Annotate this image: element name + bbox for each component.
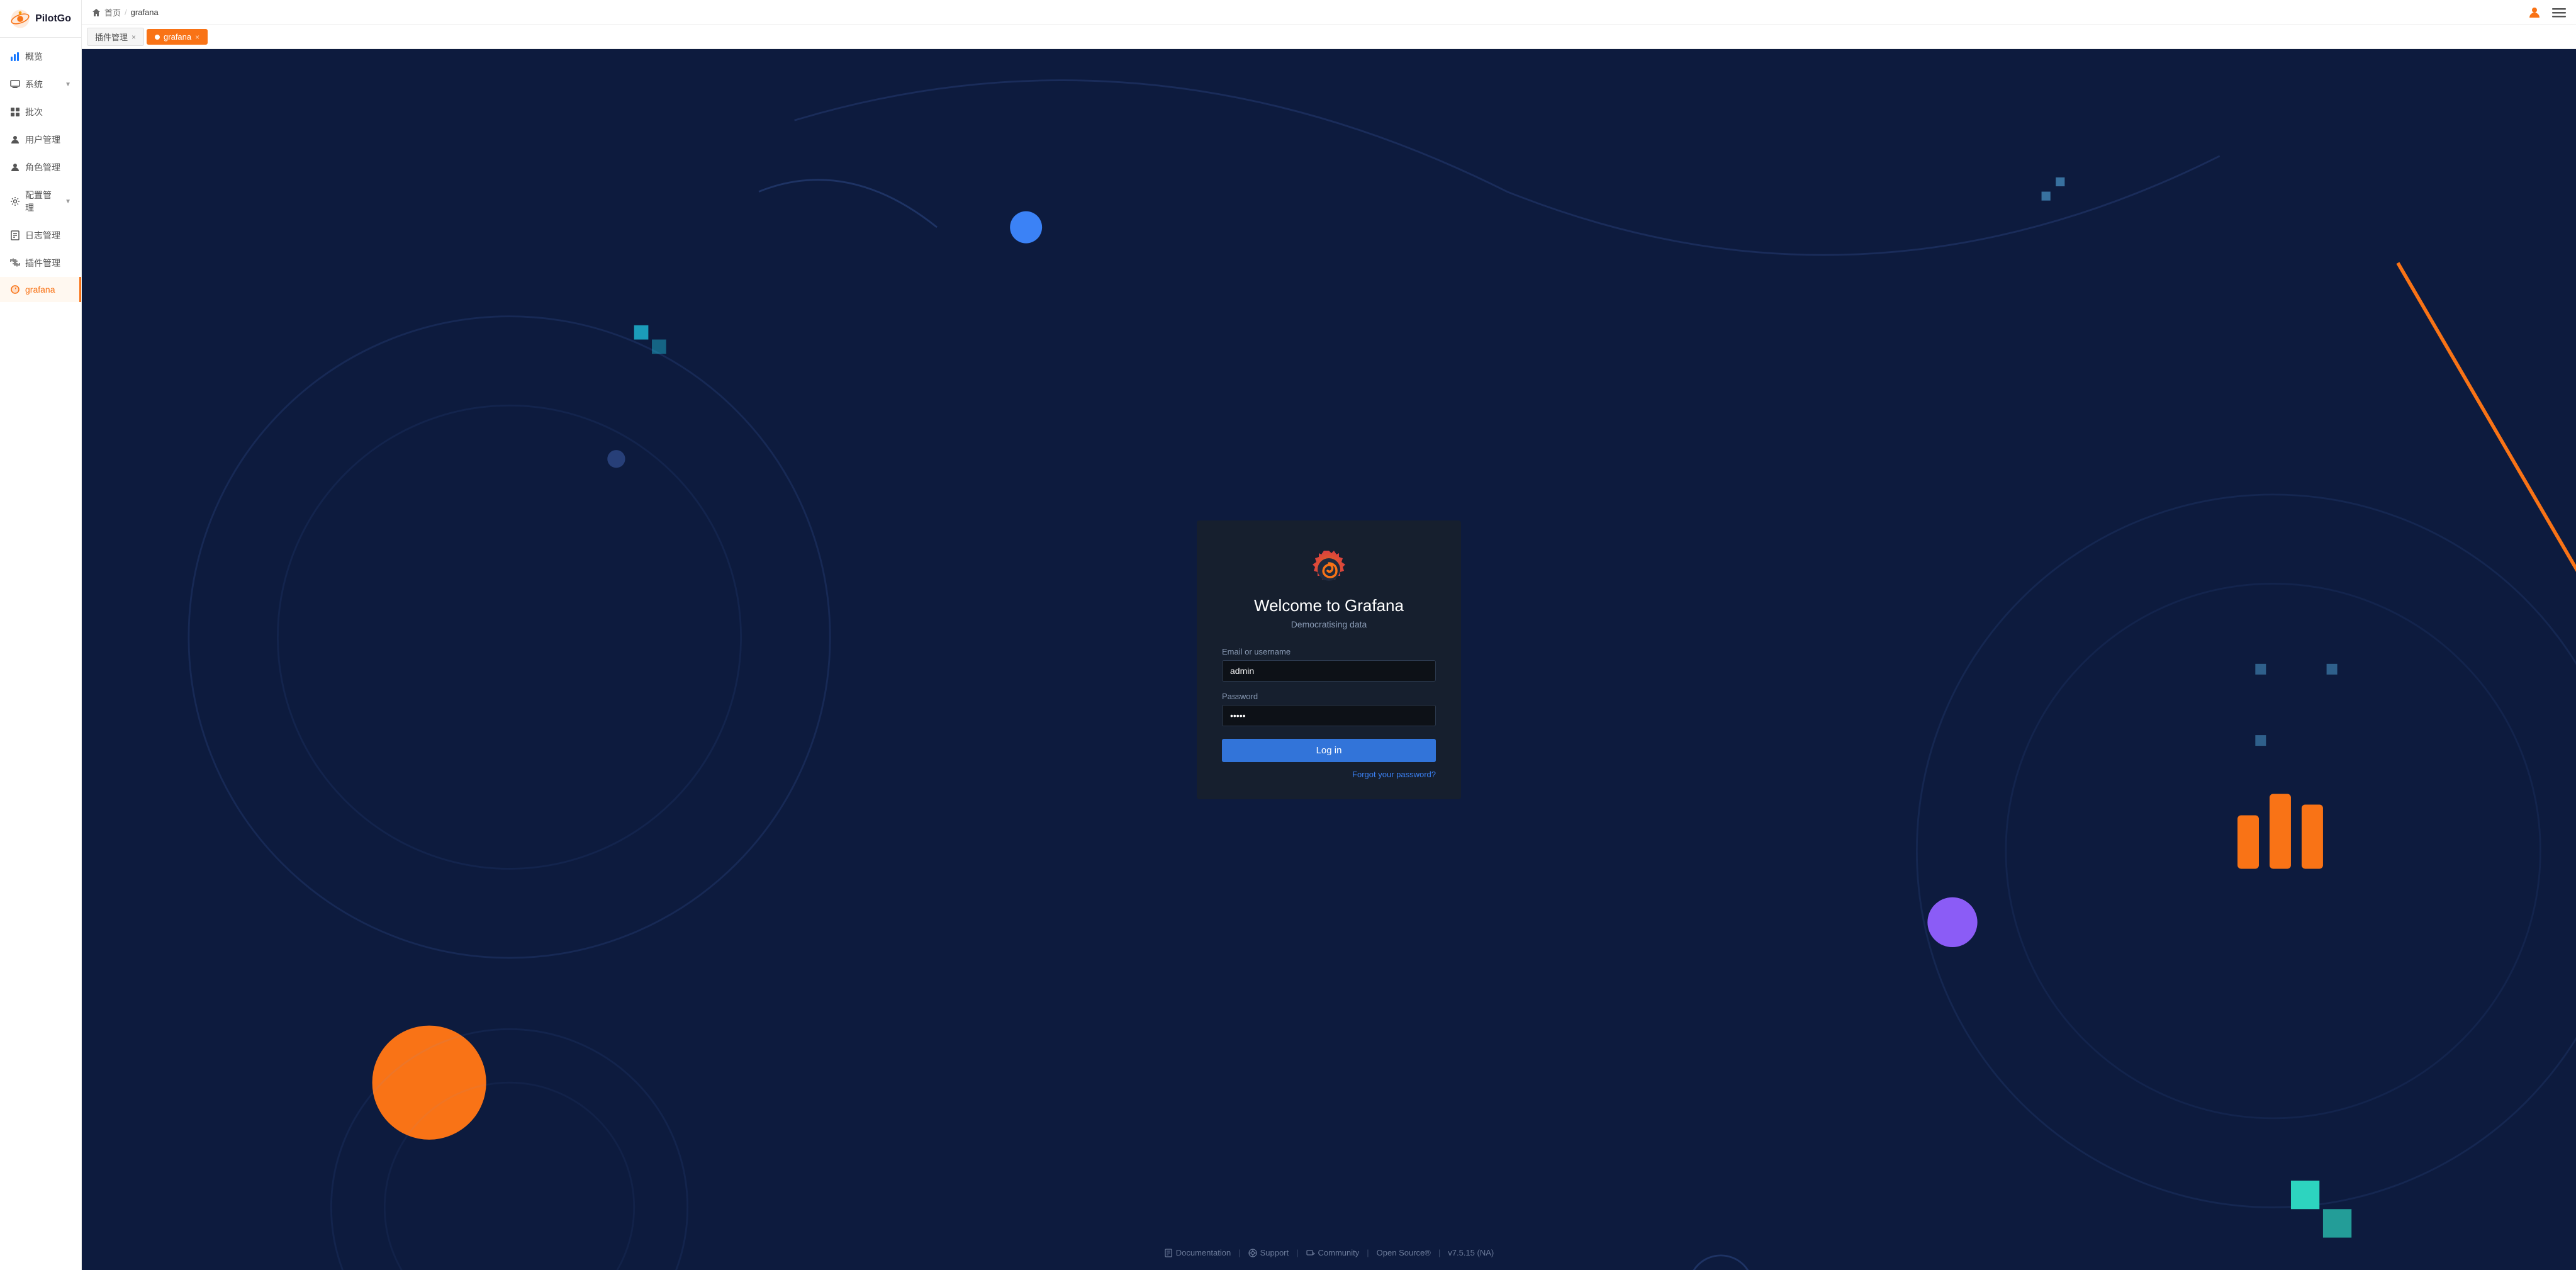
sidebar-item-overview-label: 概览: [25, 50, 43, 63]
chart-bar-icon: [10, 52, 20, 62]
topbar-actions: [2527, 5, 2566, 20]
footer-support-label: Support: [1260, 1248, 1289, 1257]
login-button[interactable]: Log in: [1222, 739, 1436, 762]
sidebar-item-batch[interactable]: 批次: [0, 98, 81, 126]
sidebar-item-grafana[interactable]: grafana: [0, 277, 81, 302]
user-avatar-icon[interactable]: [2527, 5, 2542, 20]
topbar: 首页 / grafana: [82, 0, 2576, 25]
user-icon: [10, 135, 20, 145]
email-input[interactable]: [1222, 660, 1436, 682]
footer-opensource-label: Open Source®: [1377, 1248, 1431, 1257]
doc-icon: [1164, 1249, 1173, 1257]
tab-grafana-close[interactable]: ×: [195, 33, 199, 41]
sidebar-nav: 概览 系统 ▼ 批次 用户管理 角色管理: [0, 38, 81, 1270]
tab-grafana-label: grafana: [164, 32, 191, 42]
sidebar-item-system[interactable]: 系统 ▼: [0, 70, 81, 98]
sidebar-logo: PilotGo: [0, 0, 81, 38]
sidebar-item-overview[interactable]: 概览: [0, 43, 81, 70]
footer-support[interactable]: Support: [1248, 1248, 1289, 1257]
sidebar-item-log-manage[interactable]: 日志管理: [0, 222, 81, 249]
support-icon: [1248, 1249, 1257, 1257]
forgot-password-link[interactable]: Forgot your password?: [1222, 770, 1436, 779]
desktop-icon: [10, 79, 20, 89]
tab-grafana[interactable]: grafana ×: [147, 29, 208, 45]
email-form-group: Email or username: [1222, 647, 1436, 682]
tab-plugin-manage-label: 插件管理: [95, 31, 128, 43]
sidebar-item-grafana-label: grafana: [25, 284, 55, 295]
grafana-frame: Welcome to Grafana Democratising data Em…: [82, 49, 2576, 1270]
footer-community-label: Community: [1318, 1248, 1360, 1257]
puzzle-icon: [10, 258, 20, 268]
footer-sep-1: |: [1238, 1248, 1240, 1257]
tab-plugin-manage-close[interactable]: ×: [132, 33, 136, 41]
footer-version-label: v7.5.15 (NA): [1448, 1248, 1494, 1257]
sidebar-item-role-manage-label: 角色管理: [25, 161, 60, 174]
password-input[interactable]: [1222, 705, 1436, 726]
sidebar-item-plugin-manage-label: 插件管理: [25, 257, 60, 269]
grid-icon: [10, 107, 20, 117]
login-panel: Welcome to Grafana Democratising data Em…: [1197, 520, 1461, 799]
sidebar-item-plugin-manage[interactable]: 插件管理: [0, 249, 81, 277]
sidebar-item-batch-label: 批次: [25, 106, 43, 118]
file-text-icon: [10, 230, 20, 240]
password-label: Password: [1222, 692, 1436, 701]
sidebar-item-config-manage-label: 配置管理: [25, 189, 60, 214]
footer-sep-3: |: [1367, 1248, 1369, 1257]
main-area: 首页 / grafana 插件管理 × grafana ×: [82, 0, 2576, 1270]
user-shield-icon: [10, 162, 20, 172]
breadcrumb-separator: /: [125, 8, 127, 17]
login-title: Welcome to Grafana: [1254, 596, 1404, 615]
grafana-nav-icon: [10, 284, 20, 295]
sidebar-item-config-manage[interactable]: 配置管理 ▼: [0, 181, 81, 222]
login-subtitle: Democratising data: [1291, 619, 1367, 629]
footer-doc-label: Documentation: [1176, 1248, 1231, 1257]
gear-icon: [10, 196, 20, 206]
sidebar-item-role-manage[interactable]: 角色管理: [0, 154, 81, 181]
sidebar-item-system-label: 系统: [25, 78, 43, 91]
footer-sep-4: |: [1438, 1248, 1440, 1257]
system-arrow-icon: ▼: [65, 81, 71, 88]
footer-documentation[interactable]: Documentation: [1164, 1248, 1231, 1257]
hamburger-menu-icon[interactable]: [2552, 6, 2566, 20]
breadcrumb-home: 首页: [104, 6, 121, 18]
pilotgo-logo-icon: [10, 6, 30, 31]
sidebar-logo-text: PilotGo: [35, 13, 71, 25]
config-arrow-icon: ▼: [65, 198, 71, 205]
breadcrumb: 首页 / grafana: [92, 6, 159, 18]
home-icon: [92, 8, 101, 17]
tab-grafana-dot: [155, 35, 160, 40]
grafana-footer: Documentation | Support | Community | Op…: [1164, 1248, 1494, 1257]
grafana-logo: [1304, 546, 1354, 596]
sidebar-item-user-manage-label: 用户管理: [25, 133, 60, 146]
breadcrumb-current: grafana: [131, 8, 159, 17]
community-icon: [1306, 1249, 1315, 1257]
password-form-group: Password: [1222, 692, 1436, 726]
footer-community[interactable]: Community: [1306, 1248, 1360, 1257]
sidebar: PilotGo 概览 系统 ▼ 批次 用户管理: [0, 0, 82, 1270]
footer-sep-2: |: [1296, 1248, 1298, 1257]
tabs-bar: 插件管理 × grafana ×: [82, 25, 2576, 49]
tab-plugin-manage[interactable]: 插件管理 ×: [87, 28, 144, 46]
sidebar-item-log-manage-label: 日志管理: [25, 229, 60, 242]
sidebar-item-user-manage[interactable]: 用户管理: [0, 126, 81, 154]
email-label: Email or username: [1222, 647, 1436, 656]
footer-opensource[interactable]: Open Source®: [1377, 1248, 1431, 1257]
